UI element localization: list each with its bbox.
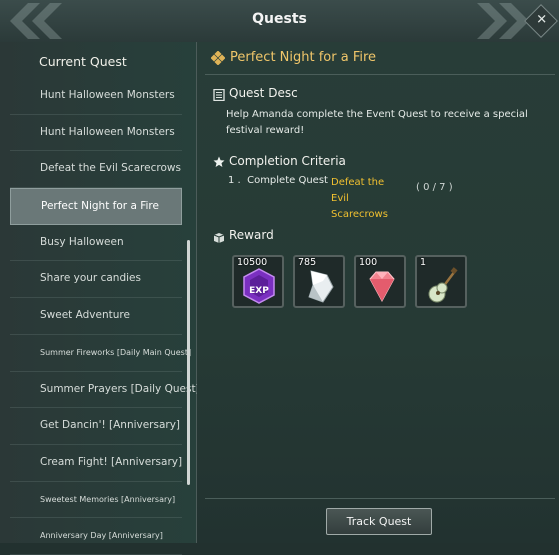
quest-item-label: Hunt Halloween Monsters [40,89,175,101]
quest-item[interactable]: Busy Halloween [10,225,182,262]
document-icon [213,89,225,101]
quest-item[interactable]: Defeat the Evil Scarecrows [10,151,182,189]
quest-item[interactable]: Cream Fight! [Anniversary] [10,445,182,482]
track-quest-button[interactable]: Track Quest [326,508,432,535]
close-icon: ✕ [536,12,548,28]
reward-count: 785 [298,257,317,268]
title-ornament-right [477,3,529,39]
criteria-line: 1 . Complete Quest [228,175,328,186]
quest-item-label: Perfect Night for a Fire [41,200,159,213]
quest-item[interactable]: Anniversary Day [Anniversary] [10,518,182,555]
quest-item[interactable]: Sweet Adventure [10,298,182,335]
quest-item[interactable]: Hunt Halloween Monsters [10,115,182,152]
quest-item-label: Busy Halloween [40,235,124,248]
quest-item-label: Get Dancin'! [Anniversary] [40,419,181,432]
quest-item-selected[interactable]: Perfect Night for a Fire [10,188,182,225]
quest-item[interactable]: Get Dancin'! [Anniversary] [10,408,182,445]
current-quest-heading: Current Quest [39,54,127,69]
reward-count: 100 [359,257,378,268]
quest-item-label: Sweetest Memories [Anniversary] [40,494,176,504]
svg-text:EXP: EXP [249,286,269,296]
quest-detail-panel: Perfect Night for a Fire Quest Desc Help… [197,42,559,543]
quest-item-label: Cream Fight! [Anniversary] [40,455,183,468]
quest-item-label: Defeat the Evil Scarecrows [40,162,181,175]
close-button[interactable]: ✕ [524,4,558,38]
exp-crystal-icon: EXP [243,268,275,304]
footer-divider [205,498,555,499]
title-bar: Quests ✕ [0,0,559,43]
quest-diamond-icon [211,51,225,65]
reward-count: 10500 [237,257,268,268]
completion-criteria-heading: Completion Criteria [229,154,346,168]
quest-item[interactable]: Sweetest Memories [Anniversary] [10,482,182,519]
criteria-number: 1 . [228,175,241,186]
quest-item-label: Summer Fireworks [Daily Main Quest] [40,347,192,357]
silver-ore-icon [308,270,334,303]
quest-item-label: Anniversary Day [Anniversary] [40,531,163,541]
quest-item[interactable]: Hunt Halloween Monsters [10,78,182,115]
quest-list-panel: Current Quest Hunt Halloween Monsters Hun… [0,42,200,555]
quest-list: Hunt Halloween Monsters Hunt Halloween Mo… [10,78,200,555]
reward-count: 1 [420,257,427,268]
quest-item[interactable]: Summer Fireworks [Daily Main Quest] [10,335,191,372]
quest-title: Perfect Night for a Fire [230,50,377,65]
criteria-target-link[interactable]: Defeat the Evil Scarecrows [331,175,401,223]
reward-slot[interactable]: 1 [415,255,467,308]
quest-item[interactable]: Share your candies [10,261,182,299]
criteria-prefix: Complete Quest [247,175,328,186]
guitar-icon [428,267,458,303]
quest-list-scrollbar[interactable] [187,240,190,485]
quest-item-label: Sweet Adventure [40,309,130,322]
quest-title-row: Perfect Night for a Fire [205,48,555,75]
star-icon [213,156,225,167]
reward-box-icon [213,233,225,243]
quest-description: Help Amanda complete the Event Quest to … [226,109,528,136]
quest-desc-heading: Quest Desc [229,86,298,100]
quest-item-label: Summer Prayers [Daily Quest] [40,382,200,395]
quest-item-label: Share your candies [40,272,141,285]
reward-heading: Reward [229,228,274,242]
reward-slot[interactable]: EXP 10500 [232,255,284,308]
pink-gem-icon [369,271,395,303]
criteria-progress: ( 0 / 7 ) [416,182,453,193]
reward-slot[interactable]: 785 [293,255,345,308]
reward-slot[interactable]: 100 [354,255,406,308]
quest-item-label: Hunt Halloween Monsters [40,125,175,138]
quest-item[interactable]: Summer Prayers [Daily Quest] [10,372,200,409]
